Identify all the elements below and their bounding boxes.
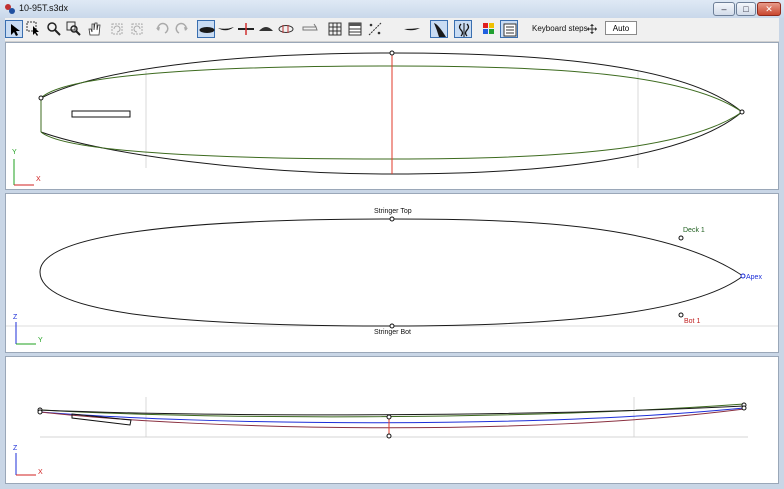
close-button[interactable]: ✕ bbox=[757, 2, 781, 16]
zoom-button[interactable] bbox=[45, 20, 63, 38]
fin-box[interactable] bbox=[71, 110, 131, 118]
hand-icon bbox=[88, 22, 101, 36]
board-outline-icon bbox=[199, 27, 215, 33]
outline-view-pane[interactable]: Y X bbox=[5, 42, 779, 190]
move-crosshair-icon bbox=[587, 24, 597, 34]
redo-icon bbox=[175, 22, 188, 34]
outline-view-button[interactable] bbox=[197, 20, 215, 38]
stringer-bot-label: Stringer Bot bbox=[374, 329, 411, 336]
profile-button[interactable] bbox=[403, 20, 421, 38]
board-profile-icon bbox=[218, 27, 234, 31]
stringer-top-label: Stringer Top bbox=[374, 208, 412, 215]
undo-icon bbox=[156, 22, 169, 34]
measure-button[interactable] bbox=[366, 20, 384, 38]
fin-icon bbox=[434, 23, 446, 37]
redo-button[interactable] bbox=[173, 20, 191, 38]
magnifier-icon bbox=[47, 22, 61, 36]
measure-icon bbox=[368, 22, 382, 36]
control-point[interactable] bbox=[389, 50, 395, 56]
rotate-right-button[interactable] bbox=[128, 20, 146, 38]
zoom-window-button[interactable] bbox=[65, 20, 83, 38]
profile-icon bbox=[404, 28, 420, 31]
color-palette-icon bbox=[483, 23, 494, 34]
x-axis-label: X bbox=[38, 469, 43, 476]
properties-button[interactable] bbox=[500, 20, 518, 38]
deck-icon bbox=[259, 27, 273, 31]
control-point[interactable] bbox=[739, 109, 745, 115]
z-axis-label: Z bbox=[13, 445, 18, 452]
control-point[interactable] bbox=[386, 414, 392, 420]
arrow-box-icon bbox=[26, 21, 39, 36]
cross-section-icon bbox=[238, 23, 254, 35]
apex-label: Apex bbox=[746, 274, 762, 281]
deck-view-button[interactable] bbox=[257, 20, 275, 38]
multi-select-button[interactable] bbox=[25, 20, 43, 38]
z-axis-label: Z bbox=[13, 314, 18, 321]
bot-point[interactable] bbox=[678, 312, 684, 318]
bot-label: Bot 1 bbox=[684, 318, 701, 325]
grid-button[interactable] bbox=[326, 20, 344, 38]
rails-view-button[interactable] bbox=[301, 20, 319, 38]
slices-icon bbox=[278, 25, 294, 33]
deck-label: Deck 1 bbox=[683, 227, 705, 234]
maximize-button[interactable]: □ bbox=[736, 2, 756, 16]
fin-button[interactable] bbox=[430, 20, 448, 38]
rail-icon bbox=[302, 23, 318, 31]
deck-point[interactable] bbox=[678, 235, 684, 241]
list-icon bbox=[503, 23, 517, 37]
y-axis-label: Y bbox=[38, 337, 43, 344]
rotate-left-icon bbox=[111, 23, 123, 35]
stringer-top-point[interactable] bbox=[389, 216, 395, 222]
rocker-view-button[interactable] bbox=[217, 20, 235, 38]
cross-section-pane[interactable]: Stringer Top Stringer Bot Deck 1 Bot 1 A… bbox=[5, 193, 779, 353]
auto-step-button[interactable]: Auto bbox=[605, 21, 637, 35]
magnifier-box-icon bbox=[66, 21, 81, 36]
toolbar: Keyboard steps Auto bbox=[5, 18, 779, 42]
undo-button[interactable] bbox=[153, 20, 171, 38]
profile-view-pane[interactable]: Z X bbox=[5, 356, 779, 484]
grid-icon bbox=[328, 22, 342, 36]
symmetry-icon bbox=[458, 23, 470, 37]
outline-view-canvas[interactable] bbox=[6, 43, 778, 189]
pan-button[interactable] bbox=[85, 20, 103, 38]
window-title: 10-95T.s3dx bbox=[19, 3, 69, 13]
control-point[interactable] bbox=[38, 95, 44, 101]
control-point[interactable] bbox=[37, 409, 43, 415]
control-point[interactable] bbox=[386, 433, 392, 439]
table-icon bbox=[348, 22, 362, 36]
cross-section-curve[interactable] bbox=[39, 218, 744, 327]
x-axis-label: X bbox=[36, 176, 41, 183]
stringer-bot-point[interactable] bbox=[389, 323, 395, 329]
slices-view-button[interactable] bbox=[277, 20, 295, 38]
table-button[interactable] bbox=[346, 20, 364, 38]
y-axis-label: Y bbox=[12, 149, 17, 156]
colors-button[interactable] bbox=[480, 20, 498, 38]
cross-section-view-button[interactable] bbox=[237, 20, 255, 38]
title-bar: 10-95T.s3dx – □ ✕ bbox=[0, 0, 784, 18]
symmetry-button[interactable] bbox=[454, 20, 472, 38]
keyboard-steps-label: Keyboard steps bbox=[532, 24, 588, 33]
control-point[interactable] bbox=[741, 405, 747, 411]
rotate-right-icon bbox=[131, 23, 143, 35]
profile-view-canvas[interactable] bbox=[6, 357, 778, 483]
minimize-button[interactable]: – bbox=[713, 2, 735, 16]
arrow-pointer-icon bbox=[11, 24, 20, 36]
apex-point[interactable] bbox=[740, 273, 746, 279]
app-icon bbox=[5, 4, 15, 14]
select-tool-button[interactable] bbox=[5, 20, 23, 38]
rotate-left-button[interactable] bbox=[108, 20, 126, 38]
